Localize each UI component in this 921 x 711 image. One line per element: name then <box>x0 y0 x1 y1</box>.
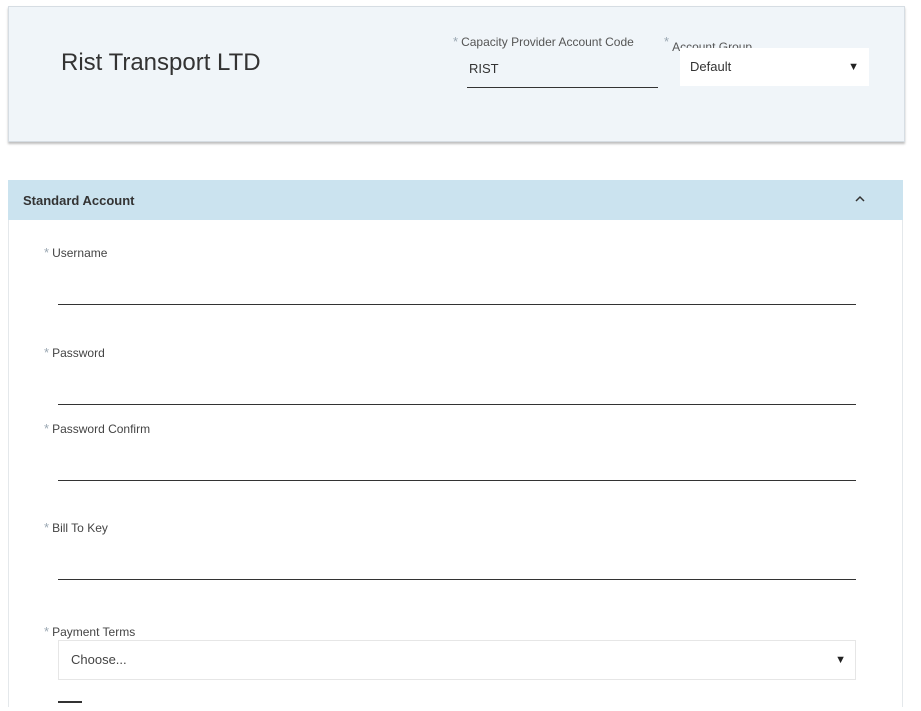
password-confirm-label-text: Password Confirm <box>52 422 151 436</box>
required-marker: * <box>44 624 50 639</box>
bill-to-key-label: * Bill To Key <box>44 520 108 535</box>
account-group-label: * Account Group <box>664 34 752 54</box>
password-confirm-label: * Password Confirm <box>44 421 150 436</box>
account-header-card: Rist Transport LTD * Capacity Provider Ac… <box>8 6 905 142</box>
bill-to-key-label-text: Bill To Key <box>52 521 108 535</box>
capacity-provider-underline <box>467 87 658 88</box>
chevron-up-icon[interactable] <box>853 192 867 206</box>
chevron-down-icon: ▼ <box>835 654 846 666</box>
capacity-provider-label: * Capacity Provider Account Code <box>453 34 634 49</box>
checkbox[interactable] <box>58 701 82 711</box>
payment-terms-label-text: Payment Terms <box>52 625 136 639</box>
capacity-provider-label-text: Capacity Provider Account Code <box>461 35 634 49</box>
payment-terms-select[interactable]: Choose... ▼ <box>58 640 856 680</box>
chevron-down-icon: ▼ <box>848 61 859 73</box>
username-label: * Username <box>44 245 107 260</box>
password-input[interactable] <box>58 404 856 405</box>
payment-terms-label: * Payment Terms <box>44 624 135 639</box>
username-input[interactable] <box>58 304 856 305</box>
password-label-text: Password <box>52 346 105 360</box>
required-marker: * <box>453 34 459 49</box>
required-marker: * <box>44 245 50 260</box>
standard-account-section-header[interactable]: Standard Account <box>8 180 903 220</box>
username-label-text: Username <box>52 246 108 260</box>
standard-account-panel <box>8 220 903 707</box>
required-marker: * <box>44 345 50 360</box>
required-marker: * <box>44 520 50 535</box>
password-label: * Password <box>44 345 105 360</box>
required-marker: * <box>664 34 670 49</box>
account-group-selected: Default <box>690 59 732 74</box>
capacity-provider-input[interactable]: RIST <box>469 61 499 76</box>
bill-to-key-input[interactable] <box>58 579 856 580</box>
company-name: Rist Transport LTD <box>61 49 261 76</box>
payment-terms-selected: Choose... <box>71 652 127 667</box>
section-title: Standard Account <box>23 193 135 208</box>
account-group-select[interactable]: Default ▼ <box>680 48 869 86</box>
required-marker: * <box>44 421 50 436</box>
password-confirm-input[interactable] <box>58 480 856 481</box>
